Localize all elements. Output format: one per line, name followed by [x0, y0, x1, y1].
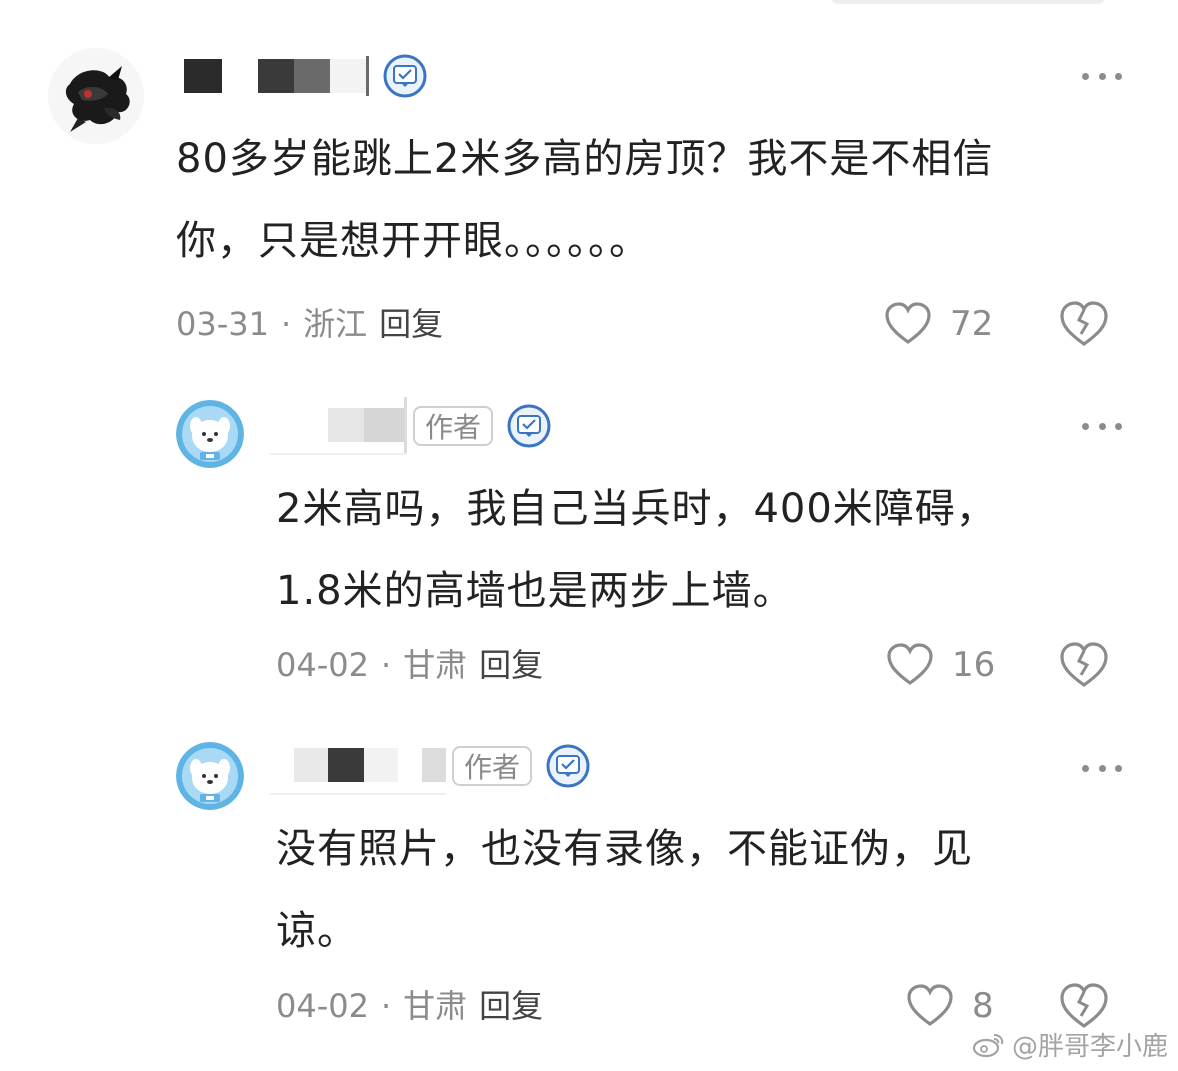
- comment-content: 没有照片，也没有录像，不能证伪，见 谅。: [276, 808, 1136, 972]
- verified-badge-icon: [383, 54, 427, 98]
- heart-icon: [887, 643, 933, 685]
- username-redacted[interactable]: [270, 397, 407, 455]
- like-count: 16: [952, 645, 996, 685]
- user-avatar[interactable]: [48, 48, 144, 144]
- comment-text-line: 你，只是想开开眼。。。。。。: [176, 218, 650, 264]
- comment-date: 03-31: [176, 305, 269, 343]
- broken-heart-icon[interactable]: [1058, 982, 1110, 1030]
- meta-separator: ·: [380, 987, 392, 1025]
- reply-button[interactable]: 回复: [479, 986, 543, 1026]
- comment-meta: 04-02 · 甘肃 回复: [276, 645, 543, 685]
- watermark: @胖哥李小鹿: [972, 1026, 1168, 1063]
- username-redacted[interactable]: [184, 54, 369, 98]
- weibo-logo-icon: [972, 1033, 1004, 1057]
- like-count: 72: [950, 304, 994, 344]
- comment-date: 04-02: [276, 987, 369, 1025]
- heart-icon: [907, 984, 953, 1026]
- comment-text-line: 2米高吗，我自己当兵时，400米障碍，: [276, 486, 997, 532]
- drag-handle[interactable]: [832, 0, 1104, 4]
- comment-location: 甘肃: [403, 987, 468, 1025]
- comment-meta: 03-31 · 浙江 回复: [176, 304, 443, 344]
- username-redacted[interactable]: [270, 737, 446, 795]
- author-tag: 作者: [413, 406, 494, 446]
- reply-button[interactable]: 回复: [479, 645, 543, 685]
- like-button[interactable]: 16: [886, 640, 995, 690]
- heart-icon: [885, 302, 931, 344]
- comment-text-line: 80多岁能跳上2米多高的房顶？我不是不相信: [176, 136, 994, 182]
- meta-separator: ·: [380, 646, 392, 684]
- verified-badge-icon: [546, 744, 590, 788]
- comment-text-line: 1.8米的高墙也是两步上墙。: [276, 568, 794, 614]
- comment-text-line: 谅。: [276, 908, 358, 954]
- comment-content: 80多岁能跳上2米多高的房顶？我不是不相信 你，只是想开开眼。。。。。。: [176, 118, 1136, 282]
- reply-button[interactable]: 回复: [379, 304, 443, 344]
- like-button[interactable]: 8: [906, 981, 994, 1031]
- comment-location: 甘肃: [403, 646, 468, 684]
- like-button[interactable]: 72: [884, 299, 993, 349]
- username-row: 作者: [270, 396, 551, 456]
- like-count: 8: [972, 986, 994, 1026]
- watermark-text: @胖哥李小鹿: [1011, 1032, 1168, 1062]
- more-icon[interactable]: [1082, 758, 1122, 778]
- comment-content: 2米高吗，我自己当兵时，400米障碍， 1.8米的高墙也是两步上墙。: [276, 468, 1136, 632]
- author-avatar[interactable]: [176, 742, 244, 810]
- username-row: 作者: [270, 736, 590, 796]
- meta-separator: ·: [280, 305, 292, 343]
- broken-heart-icon[interactable]: [1058, 300, 1110, 348]
- more-icon[interactable]: [1082, 416, 1122, 436]
- verified-badge-icon: [507, 404, 551, 448]
- comment-date: 04-02: [276, 646, 369, 684]
- username-row: [184, 46, 427, 106]
- more-icon[interactable]: [1082, 66, 1122, 86]
- comment-meta: 04-02 · 甘肃 回复: [276, 986, 543, 1026]
- comment-text-line: 没有照片，也没有录像，不能证伪，见: [276, 826, 973, 872]
- author-tag: 作者: [452, 746, 533, 786]
- comment-location: 浙江: [303, 305, 368, 343]
- comment-thread: 80多岁能跳上2米多高的房顶？我不是不相信 你，只是想开开眼。。。。。。 03-…: [0, 0, 1178, 1071]
- author-avatar[interactable]: [176, 400, 244, 468]
- broken-heart-icon[interactable]: [1058, 641, 1110, 689]
